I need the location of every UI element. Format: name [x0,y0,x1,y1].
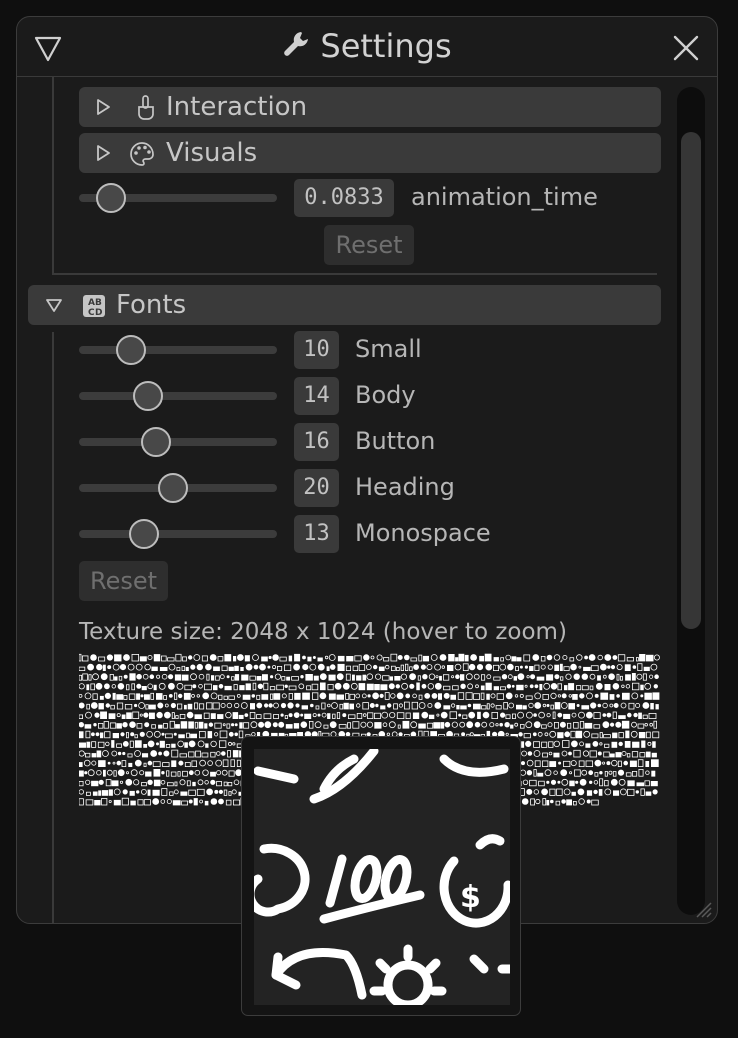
tree-end-line [52,273,657,275]
window-title-text: Settings [320,27,452,65]
window-title: Settings [17,27,717,65]
font-size-slider-handle[interactable] [158,473,188,503]
scrollbar-thumb[interactable] [681,132,701,629]
font-size-slider-handle[interactable] [133,381,163,411]
visuals-label: Visuals [166,138,258,168]
fonts-header[interactable]: A B C D Fonts [28,285,661,325]
font-size-label: Button [355,427,436,455]
font-size-slider[interactable] [79,392,277,400]
font-size-value[interactable]: 20 [294,469,339,507]
font-size-value[interactable]: 10 [294,331,339,369]
fonts-reset-button[interactable]: Reset [79,561,168,601]
font-size-label: Heading [355,473,455,501]
triangle-right-icon [97,99,110,115]
title-bar[interactable]: Settings [17,17,717,77]
font-size-slider[interactable] [79,438,277,446]
interaction-header[interactable]: Interaction [79,87,661,127]
pointing-hand-icon [138,95,154,120]
svg-text:A: A [88,298,95,308]
animation-time-value[interactable]: 0.0833 [294,179,394,217]
texture-size-label: Texture size: 2048 x 1024 (hover to zoom… [79,619,567,645]
font-size-slider-handle[interactable] [129,519,159,549]
font-abcd-icon: A B C D [83,295,105,318]
font-size-label: Monospace [355,519,491,547]
zoomed-glyphs: $ [254,749,510,1005]
zoomed-glyph-preview: $ [254,749,510,1005]
fonts-label: Fonts [116,290,187,320]
font-size-slider[interactable] [79,530,277,538]
interaction-label: Interaction [166,92,308,122]
svg-text:C: C [88,308,95,318]
font-size-label: Body [355,381,416,409]
tree-indent-line [52,77,54,273]
tree-indent-line [52,332,54,923]
wrench-icon [284,32,309,56]
font-size-slider-handle[interactable] [141,427,171,457]
svg-text:$: $ [460,880,481,915]
font-size-slider-handle[interactable] [116,335,146,365]
font-size-value[interactable]: 13 [294,515,339,553]
resize-grip-icon[interactable] [693,899,713,919]
svg-text:D: D [95,308,102,318]
font-size-slider[interactable] [79,346,277,354]
visuals-header[interactable]: Visuals [79,133,661,173]
triangle-down-icon [46,299,62,312]
font-size-value[interactable]: 16 [294,423,339,461]
font-size-value[interactable]: 14 [294,377,339,415]
palette-icon [130,142,154,166]
svg-text:B: B [95,298,102,308]
animation-time-slider-handle[interactable] [96,183,126,213]
texture-zoom-tooltip: $ [241,736,521,1016]
font-size-label: Small [355,335,422,363]
animation-time-label: animation_time [411,183,598,211]
animation-reset-button[interactable]: Reset [324,225,414,265]
close-icon[interactable] [671,33,701,63]
triangle-right-icon [97,145,110,161]
